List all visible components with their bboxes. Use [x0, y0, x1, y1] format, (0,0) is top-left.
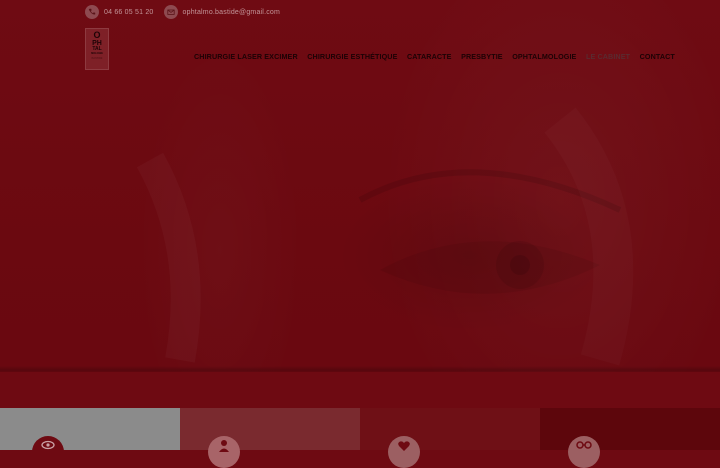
nav-item-contact[interactable]: Contact [640, 52, 675, 61]
phone-contact[interactable]: 04 66 05 51 20 [85, 5, 154, 19]
nav-item-cataracte[interactable]: Cataracte [407, 52, 452, 61]
user-icon [208, 436, 240, 468]
nav-item-laser-excimer[interactable]: Chirurgie Laser Excimer [194, 52, 298, 61]
hero-lower-band [0, 372, 720, 408]
phone-icon [85, 5, 99, 19]
glasses-icon [568, 436, 600, 468]
feature-tile-2[interactable] [180, 408, 360, 468]
feature-tiles [0, 408, 720, 468]
mail-icon [163, 5, 178, 19]
logo-line-5: BASTIDE [91, 56, 103, 60]
logo-line-4: MOLOGIE [91, 52, 103, 55]
top-contact-bar: 04 66 05 51 20 ophtalmo.bastide@gmail.co… [85, 5, 290, 19]
phone-number[interactable]: 04 66 05 51 20 [104, 9, 154, 16]
email-address[interactable]: ophtalmo.bastide@gmail.com [183, 9, 281, 16]
main-navigation: Chirurgie Laser Excimer Chirurgie Esthét… [194, 50, 684, 62]
feature-tile-1[interactable] [0, 408, 180, 468]
feature-tile-3[interactable] [360, 408, 540, 468]
nav-item-ophtalmologie[interactable]: Ophtalmologie [512, 52, 576, 61]
site-logo[interactable]: O PH TAL MOLOGIE BASTIDE [85, 28, 109, 70]
logo-line-1: O [93, 30, 101, 40]
feature-tile-4[interactable] [540, 408, 720, 468]
nav-item-le-cabinet[interactable]: Le Cabinet [586, 52, 630, 61]
eye-icon [32, 436, 64, 468]
heart-icon [388, 436, 420, 468]
email-contact[interactable]: ophtalmo.bastide@gmail.com [163, 5, 281, 19]
nav-item-presbytie[interactable]: Presbytie [461, 52, 503, 61]
nav-item-chirurgie-esthetique[interactable]: Chirurgie Esthétique [307, 52, 397, 61]
